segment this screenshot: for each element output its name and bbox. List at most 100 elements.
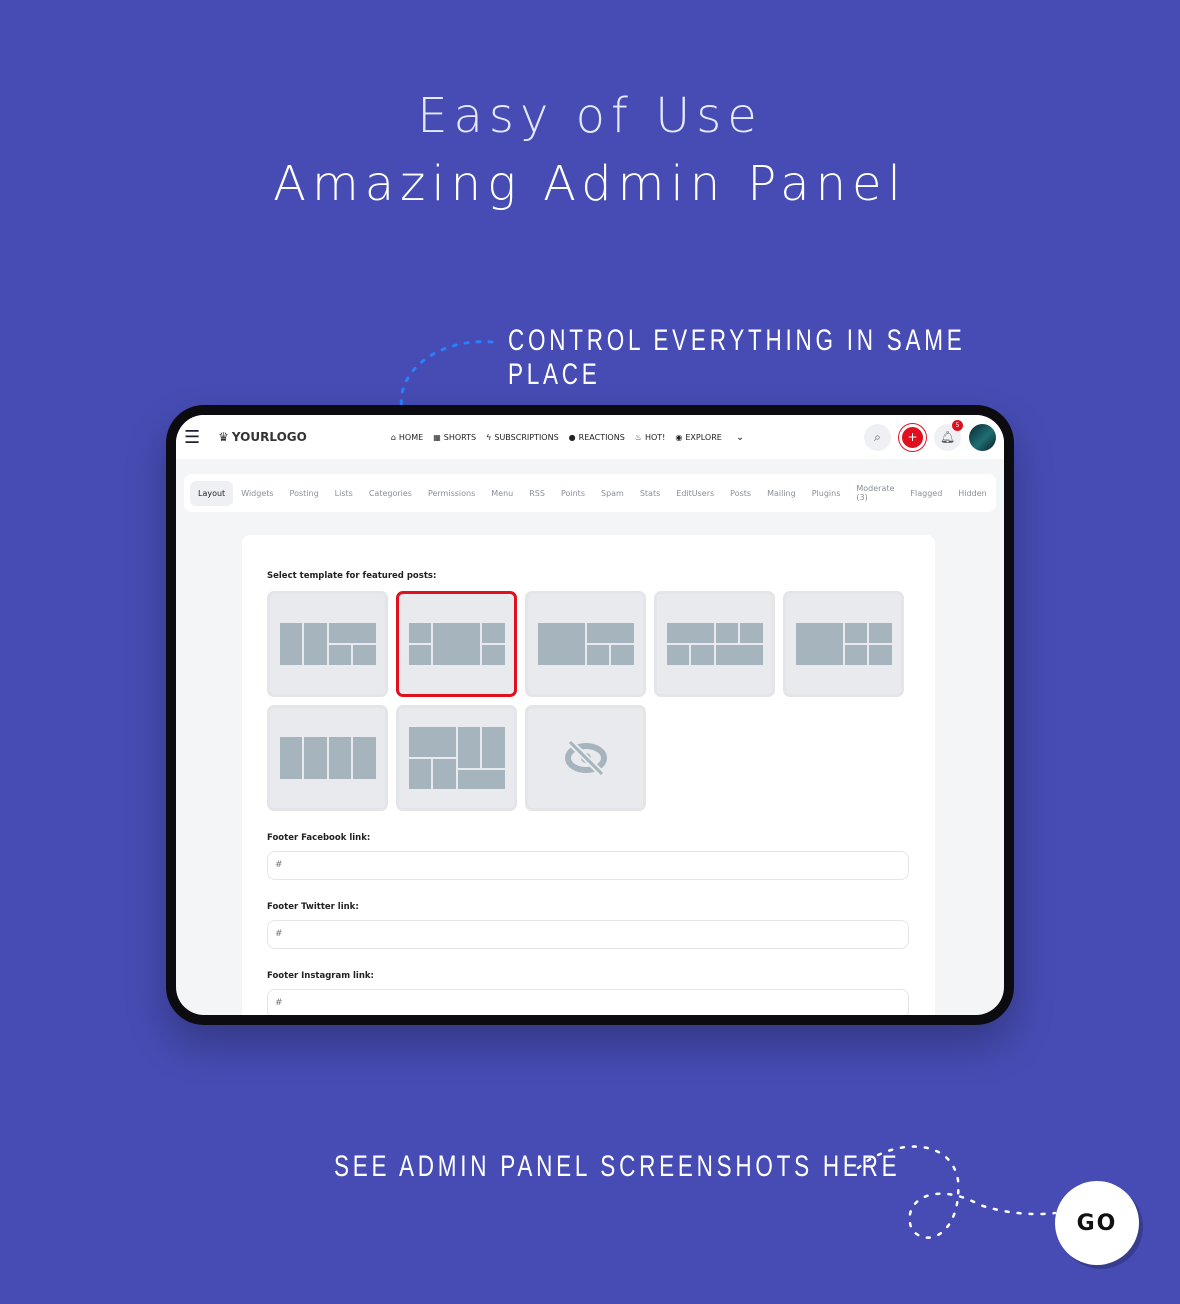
search-button[interactable]: ⌕ <box>864 423 891 451</box>
social-link-input[interactable]: # <box>267 920 909 949</box>
callout-top: CONTROL EVERYTHING IN SAME PLACE <box>508 324 966 391</box>
tab-plugins[interactable]: Plugins <box>804 481 849 506</box>
layout-block <box>666 623 714 643</box>
callout-bottom: SEE ADMIN PANEL SCREENSHOTS HERE <box>334 1150 901 1183</box>
layout-block <box>408 759 431 789</box>
fire-icon: ♨ <box>634 432 642 442</box>
template-thumbnail <box>537 623 634 665</box>
go-button[interactable]: GO <box>1055 1181 1139 1265</box>
film-icon: ▦ <box>433 432 441 442</box>
tab-points[interactable]: Points <box>553 481 593 506</box>
template-option-6[interactable] <box>267 705 388 811</box>
plus-icon: + <box>907 430 918 444</box>
template-thumbnail <box>408 727 505 789</box>
search-icon: ⌕ <box>874 429 881 444</box>
layout-block <box>457 727 480 768</box>
settings-panel: Select template for featured posts: Foot… <box>242 535 935 1015</box>
nav-item-reactions[interactable]: ● REACTIONS <box>569 433 625 442</box>
tab-layout[interactable]: Layout <box>190 480 234 506</box>
bell-icon: 🔔︎ <box>939 430 956 444</box>
tablet-frame: ☰ ♛ YOURLOGO ⌂ HOME ▦ SHORTS ϟ SUBSCRIPTIONS ● R… <box>166 405 1014 1025</box>
template-thumbnail <box>666 623 763 665</box>
layout-block <box>740 623 763 643</box>
tab-flagged[interactable]: Flagged <box>902 481 950 506</box>
layout-block <box>482 645 505 665</box>
template-thumbnail <box>279 737 376 779</box>
avatar[interactable] <box>969 423 996 451</box>
layout-block <box>353 737 376 779</box>
layout-block <box>328 737 351 779</box>
layout-block <box>433 759 456 789</box>
main-nav: ⌂ HOME ▦ SHORTS ϟ SUBSCRIPTIONS ● REACTIONS ♨ HOT… <box>391 433 722 442</box>
admin-tabs: Layout Widgets Posting Lists Categories Permi… <box>184 474 996 512</box>
notifications-button[interactable]: 🔔︎ 5 <box>934 419 963 451</box>
tab-lists[interactable]: Lists <box>327 481 361 506</box>
tab-posts[interactable]: Posts <box>722 481 759 506</box>
template-label: Select template for featured posts: <box>267 571 437 581</box>
layout-block <box>279 623 302 665</box>
layout-block <box>795 623 843 665</box>
layout-block <box>353 645 376 665</box>
template-grid <box>267 591 907 811</box>
bolt-icon: ϟ <box>486 432 492 442</box>
template-option-7[interactable] <box>396 705 517 811</box>
tab-categories[interactable]: Categories <box>361 481 420 506</box>
top-bar: ☰ ♛ YOURLOGO ⌂ HOME ▦ SHORTS ϟ SUBSCRIPTIONS ● R… <box>176 415 1004 459</box>
template-thumbnail <box>279 623 376 665</box>
tab-widgets[interactable]: Widgets <box>233 481 281 506</box>
template-option-4[interactable] <box>654 591 775 697</box>
nav-item-subscriptions[interactable]: ϟ SUBSCRIPTIONS <box>486 433 559 442</box>
home-icon: ⌂ <box>390 432 396 442</box>
smile-icon: ● <box>568 432 576 442</box>
tab-spam[interactable]: Spam <box>593 481 632 506</box>
layout-block <box>537 623 585 665</box>
eye-slash-icon <box>564 739 607 777</box>
template-thumbnail <box>408 623 505 665</box>
tab-stats[interactable]: Stats <box>632 481 668 506</box>
layout-block <box>691 645 714 665</box>
layout-block <box>408 645 431 665</box>
tab-rss[interactable]: RSS <box>521 481 553 506</box>
nav-item-shorts[interactable]: ▦ SHORTS <box>433 433 476 442</box>
field-label: Footer Twitter link: <box>267 902 359 912</box>
layout-block <box>844 623 867 643</box>
logo[interactable]: ♛ YOURLOGO <box>218 430 307 444</box>
template-option-2[interactable] <box>396 591 517 697</box>
tab-permissions[interactable]: Permissions <box>420 481 483 506</box>
template-thumbnail <box>795 623 892 665</box>
layout-block <box>482 727 505 768</box>
chevron-down-icon[interactable]: ⌄ <box>736 432 744 443</box>
nav-item-explore[interactable]: ◉ EXPLORE <box>675 433 721 442</box>
layout-block <box>715 623 738 643</box>
layout-block <box>844 645 867 665</box>
nav-item-hot[interactable]: ♨ HOT! <box>635 433 666 442</box>
template-option-3[interactable] <box>525 591 646 697</box>
tab-menu[interactable]: Menu <box>483 481 521 506</box>
field-label: Footer Instagram link: <box>267 971 374 981</box>
social-link-input[interactable]: # <box>267 851 909 880</box>
layout-block <box>586 623 634 643</box>
layout-block <box>433 623 480 665</box>
tab-mailing[interactable]: Mailing <box>759 481 804 506</box>
template-option-1[interactable] <box>267 591 388 697</box>
nav-item-home[interactable]: ⌂ HOME <box>391 433 423 442</box>
layout-block <box>482 623 505 643</box>
layout-block <box>666 645 689 665</box>
field-label: Footer Facebook link: <box>267 833 371 843</box>
layout-block <box>279 737 302 779</box>
tab-moderate[interactable]: Moderate (3) <box>848 476 902 510</box>
hamburger-menu-icon[interactable]: ☰ <box>184 427 200 448</box>
tab-hidden[interactable]: Hidden <box>950 481 994 506</box>
template-option-5[interactable] <box>783 591 904 697</box>
social-link-input[interactable]: # <box>267 989 909 1015</box>
tab-posting[interactable]: Posting <box>282 481 327 506</box>
layout-block <box>304 623 327 665</box>
layout-block <box>869 623 892 643</box>
layout-block <box>408 727 456 757</box>
layout-block <box>408 623 431 643</box>
tab-editusers[interactable]: EditUsers <box>668 481 722 506</box>
add-post-button[interactable]: + <box>899 423 926 451</box>
compass-icon: ◉ <box>675 432 683 442</box>
template-option-8[interactable] <box>525 705 646 811</box>
layout-block <box>715 645 763 665</box>
